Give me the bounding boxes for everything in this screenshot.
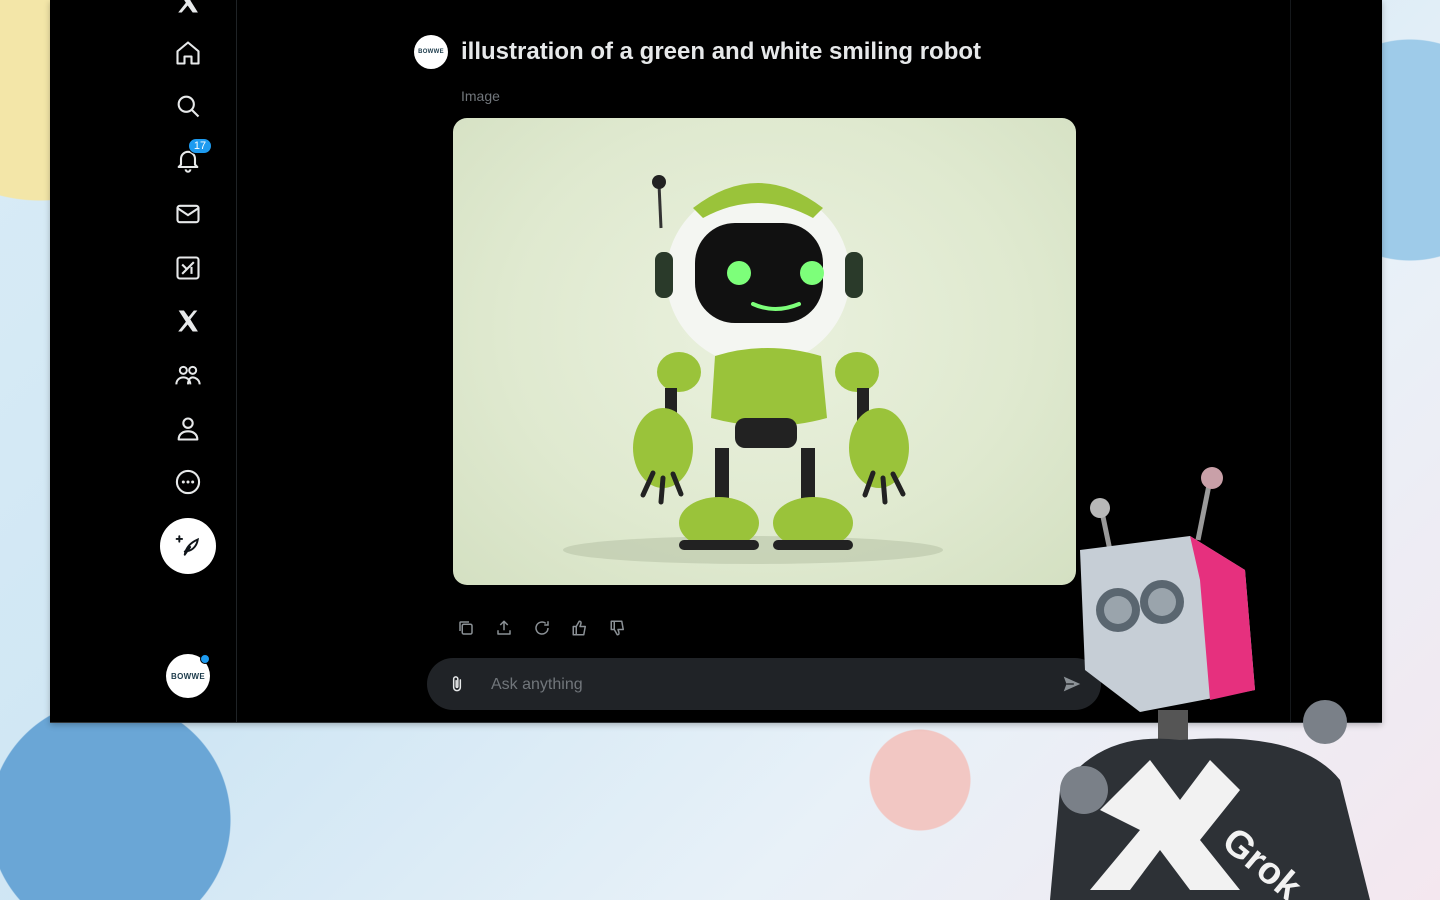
sidebar: 17 BOWWE (50, 0, 237, 722)
thumbs-up-button[interactable] (570, 616, 590, 640)
thumbs-up-icon (572, 620, 586, 636)
sidebar-item-premium[interactable] (166, 299, 210, 343)
more-icon (175, 469, 201, 495)
regenerate-button[interactable] (532, 616, 552, 640)
mail-icon (176, 204, 200, 224)
sidebar-item-profile[interactable] (166, 407, 210, 451)
message-actions (456, 616, 628, 640)
user-prompt: illustration of a green and white smilin… (461, 38, 982, 65)
compose-button[interactable] (160, 518, 216, 574)
search-icon (177, 95, 200, 118)
feather-plus-icon (175, 535, 199, 556)
avatar-label: BOWWE (171, 671, 205, 681)
sidebar-item-messages[interactable] (166, 192, 210, 236)
x-logo-icon[interactable] (166, 0, 210, 24)
user-avatar: BOWWE (414, 35, 448, 69)
share-icon (497, 620, 511, 635)
image-label: Image (461, 88, 500, 104)
notifications-badge: 17 (188, 138, 212, 154)
sidebar-item-communities[interactable] (166, 353, 210, 397)
generated-image[interactable] (453, 118, 1076, 585)
sidebar-item-grok[interactable] (166, 246, 210, 290)
thumbs-down-icon (610, 620, 624, 636)
sidebar-item-explore[interactable] (166, 84, 210, 128)
robot-illustration (563, 175, 943, 564)
home-icon (176, 41, 200, 65)
people-icon (175, 365, 201, 385)
regenerate-icon (535, 621, 549, 635)
grok-mascot: Grok (1050, 467, 1370, 900)
composer (427, 658, 1101, 710)
x-icon (178, 310, 198, 332)
thumbs-down-button[interactable] (608, 616, 628, 640)
account-avatar[interactable]: BOWWE (166, 654, 210, 698)
copy-icon (459, 621, 473, 635)
sidebar-item-home[interactable] (166, 31, 210, 75)
sidebar-item-more[interactable] (166, 460, 210, 504)
copy-button[interactable] (456, 616, 476, 640)
grok-icon (176, 256, 200, 280)
person-icon (177, 417, 199, 441)
ask-input[interactable] (489, 672, 1033, 698)
status-dot (200, 654, 210, 664)
paperclip-icon[interactable] (447, 674, 467, 694)
share-button[interactable] (494, 616, 514, 640)
user-avatar-label: BOWWE (418, 49, 444, 55)
sidebar-item-notifications[interactable]: 17 (166, 138, 212, 182)
